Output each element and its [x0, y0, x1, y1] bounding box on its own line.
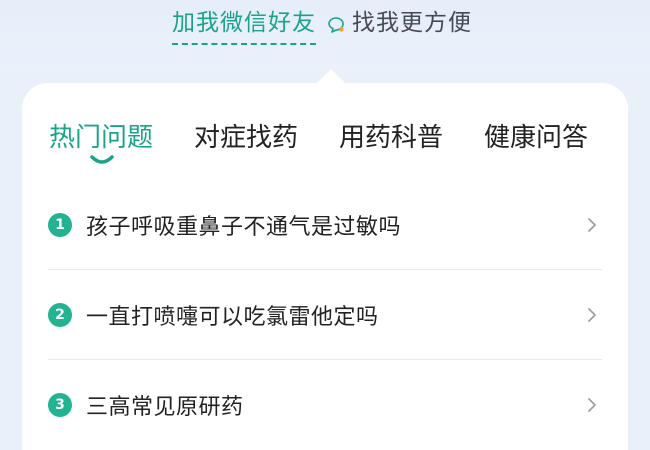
banner-subtext: 找我更方便 — [352, 10, 472, 36]
rank-badge: 3 — [48, 392, 72, 417]
list-item[interactable]: 3 三高常见原研药 — [48, 359, 602, 449]
rank-badge: 2 — [48, 302, 72, 327]
active-tab-indicator — [90, 155, 114, 164]
tab-medication-science[interactable]: 用药科普 — [339, 121, 443, 155]
chevron-right-icon — [588, 397, 596, 412]
add-wechat-link[interactable]: 加我微信好友 — [172, 8, 316, 45]
rank-badge: 1 — [48, 212, 72, 237]
wechat-prompt: 加我微信好友 找我更方便 — [172, 8, 472, 45]
question-text: 一直打喷嚏可以吃氯雷他定吗 — [86, 304, 379, 330]
list-item[interactable]: 2 一直打喷嚏可以吃氯雷他定吗 — [48, 269, 602, 359]
list-item[interactable]: 1 孩子呼吸重鼻子不通气是过敏吗 — [48, 180, 602, 269]
faq-card: 热门问题 对症找药 用药科普 健康问答 1 孩子呼吸重鼻子不通气是过敏吗 2 一… — [22, 83, 628, 450]
question-text: 三高常见原研药 — [86, 394, 244, 420]
tab-label: 用药科普 — [339, 123, 444, 153]
question-text: 孩子呼吸重鼻子不通气是过敏吗 — [86, 214, 402, 240]
wechat-banner: 加我微信好友 找我更方便 — [0, 0, 650, 70]
tab-hot-questions[interactable]: 热门问题 — [49, 121, 154, 164]
tab-health-qa[interactable]: 健康问答 — [484, 121, 588, 155]
chevron-right-icon — [588, 307, 596, 322]
tab-label: 健康问答 — [484, 123, 589, 153]
category-tabs: 热门问题 对症找药 用药科普 健康问答 — [49, 121, 628, 181]
card-pointer — [316, 69, 346, 84]
tab-label: 对症找药 — [194, 123, 299, 153]
tab-label: 热门问题 — [49, 123, 154, 153]
tab-symptom-drugs[interactable]: 对症找药 — [194, 121, 298, 155]
question-list: 1 孩子呼吸重鼻子不通气是过敏吗 2 一直打喷嚏可以吃氯雷他定吗 3 三高常见原… — [48, 180, 602, 449]
chevron-right-icon — [588, 217, 596, 232]
chat-bubble-icon — [326, 15, 346, 35]
